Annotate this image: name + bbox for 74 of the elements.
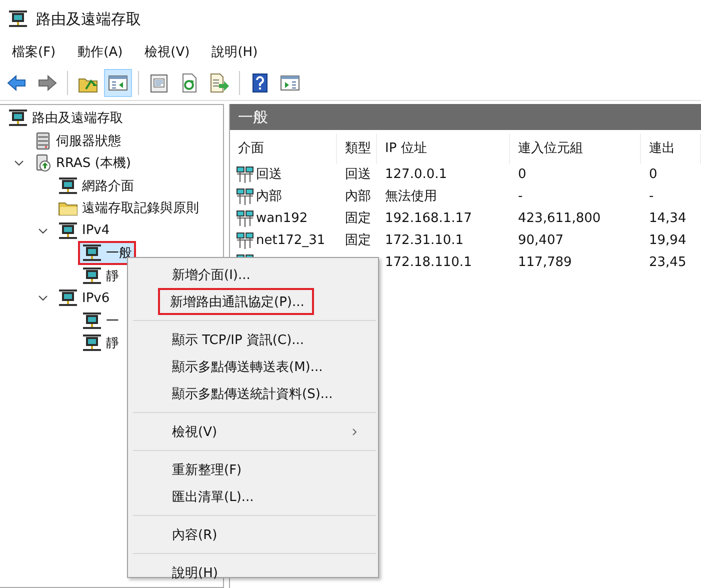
table-cell-text: 14,34 — [648, 210, 688, 228]
table-cell-text: 192.168.1.17 — [384, 210, 473, 228]
computer-icon — [82, 244, 102, 262]
table-cell-text: 回送 — [344, 166, 372, 184]
table-cell-text: 內部 — [256, 188, 282, 206]
computer-icon — [82, 334, 102, 352]
table-cell-text: 0 — [648, 166, 658, 184]
tree-item[interactable]: IPv6 — [54, 286, 114, 310]
menu-item[interactable]: 檢視(V) — [144, 43, 190, 61]
computer-icon — [82, 266, 102, 285]
column-header[interactable]: 連入位元組 — [510, 134, 641, 164]
table-cell-text: 127.0.0.1 — [384, 166, 448, 184]
tree-item[interactable]: 伺服器狀態 — [30, 128, 125, 153]
table-cell-text: - — [517, 188, 524, 206]
folder-icon — [58, 200, 78, 216]
chevron-down-icon[interactable] — [38, 226, 48, 235]
computer-icon — [8, 109, 28, 128]
column-header[interactable]: 介面 — [230, 134, 337, 164]
menu-item[interactable]: 說明(H) — [212, 43, 258, 61]
table-cell-text: 90,407 — [517, 232, 564, 250]
table-cell-text: 0 — [517, 166, 528, 184]
network-adapter-icon — [236, 188, 254, 206]
menu-item[interactable]: 顯示多點傳送轉送表(M)... — [130, 353, 376, 380]
menu-item[interactable]: 檢視(V) — [130, 418, 376, 445]
table-cell-text: wan192 — [256, 210, 308, 228]
computer-icon — [58, 289, 78, 308]
table-cell-text: 無法使用 — [384, 188, 438, 206]
pane-header: 一般 — [230, 104, 701, 130]
computer-icon — [8, 10, 28, 28]
menu-item[interactable]: 重新整理(F) — [130, 456, 376, 483]
menu-item[interactable]: 動作(A) — [78, 43, 123, 61]
column-header[interactable]: 連出 — [641, 134, 701, 164]
table-cell-text: 172.18.110.1 — [384, 254, 473, 272]
server-icon — [34, 154, 52, 172]
tree-item[interactable]: 網路介面 — [54, 174, 138, 198]
table-cell-text: 117,789 — [517, 254, 573, 272]
computer-icon — [82, 312, 102, 330]
menu-item[interactable]: 內容(R) — [130, 521, 376, 548]
tree-item[interactable]: 路由及遠端存取 — [4, 106, 127, 130]
column-header[interactable]: 類型 — [337, 134, 377, 164]
menu-item[interactable]: 說明(H) — [130, 559, 376, 586]
tree-item[interactable]: RRAS (本機) — [30, 151, 135, 176]
table-cell-text: 內部 — [344, 188, 372, 206]
tree-item[interactable]: 靜 — [78, 331, 123, 356]
tree-item[interactable]: 遠端存取記錄與原則 — [54, 196, 203, 220]
server-icon — [34, 132, 52, 150]
tree-item[interactable]: 一般 — [78, 241, 136, 266]
tree-item[interactable]: 一 — [78, 308, 123, 333]
table-cell-text: 固定 — [344, 210, 372, 228]
table-cell-text: 172.31.10.1 — [384, 232, 465, 250]
menu-item[interactable]: 檔案(F) — [12, 43, 56, 61]
window-title: 路由及遠端存取 — [36, 10, 141, 28]
computer-icon — [58, 222, 78, 240]
console-tree-icon[interactable] — [104, 69, 132, 97]
table-cell-text: 回送 — [256, 166, 282, 184]
network-adapter-icon — [236, 210, 254, 228]
computer-icon — [58, 176, 78, 195]
menu-item[interactable]: 新增路由通訊協定(P)... — [158, 288, 314, 315]
menu-item[interactable]: 顯示 TCP/IP 資訊(C)... — [130, 326, 376, 353]
chevron-down-icon[interactable] — [14, 159, 24, 168]
tree-item[interactable]: 靜 — [78, 264, 123, 288]
table-cell-text: 23,45 — [648, 254, 688, 272]
menu-item[interactable]: 匯出清單(L)... — [130, 483, 376, 510]
table-cell-text: - — [648, 188, 655, 206]
table-cell-text: 固定 — [344, 232, 372, 250]
table-cell-text: net172_31 — [256, 232, 326, 250]
menu-item[interactable]: 顯示多點傳送統計資料(S)... — [130, 380, 376, 407]
network-adapter-icon — [236, 232, 254, 250]
table-cell-text: 423,611,800 — [517, 210, 602, 228]
chevron-down-icon[interactable] — [38, 294, 48, 302]
column-header[interactable]: IP 位址 — [377, 134, 510, 164]
table-cell-text: 19,94 — [648, 232, 688, 250]
network-adapter-icon — [236, 166, 254, 184]
tree-item[interactable]: IPv4 — [54, 218, 114, 243]
